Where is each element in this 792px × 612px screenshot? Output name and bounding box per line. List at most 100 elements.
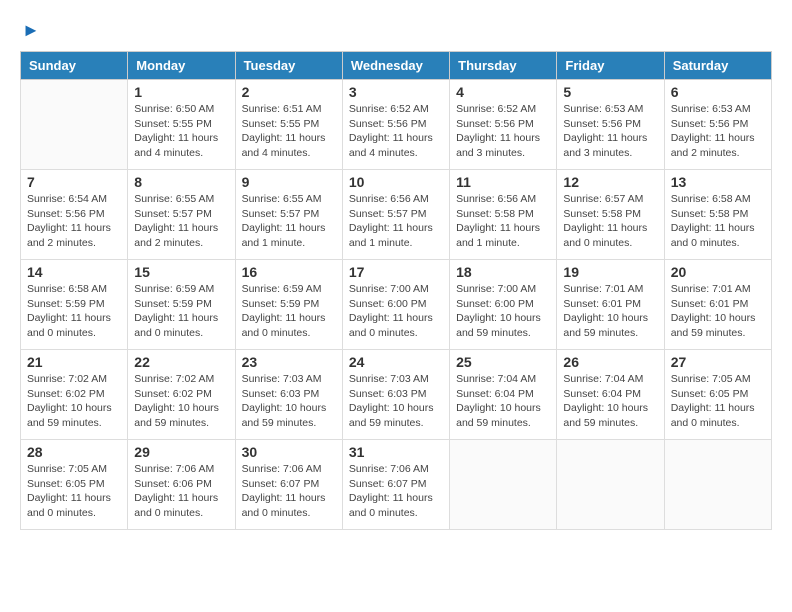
calendar-cell: 6Sunrise: 6:53 AMSunset: 5:56 PMDaylight…	[664, 80, 771, 170]
day-info: Sunrise: 6:56 AMSunset: 5:57 PMDaylight:…	[349, 192, 443, 251]
calendar-cell: 28 Sunrise: 7:05 AMSunset: 6:05 PMDayligh…	[21, 440, 128, 530]
day-info: Sunrise: 7:00 AMSunset: 6:00 PMDaylight:…	[349, 282, 443, 341]
calendar-cell: 30 Sunrise: 7:06 AMSunset: 6:07 PMDayligh…	[235, 440, 342, 530]
day-number: 19	[563, 264, 657, 280]
calendar-cell: 24Sunrise: 7:03 AMSunset: 6:03 PMDayligh…	[342, 350, 449, 440]
day-number: 4	[456, 84, 550, 100]
day-info: Sunrise: 7:03 AMSunset: 6:03 PMDaylight:…	[349, 372, 443, 431]
calendar-cell: 14Sunrise: 6:58 AMSunset: 5:59 PMDayligh…	[21, 260, 128, 350]
day-number: 25	[456, 354, 550, 370]
day-number: 8	[134, 174, 228, 190]
day-info: Sunrise: 6:57 AMSunset: 5:58 PMDaylight:…	[563, 192, 657, 251]
page-header: ►	[20, 20, 772, 41]
calendar-cell: 20Sunrise: 7:01 AMSunset: 6:01 PMDayligh…	[664, 260, 771, 350]
day-info: Sunrise: 6:50 AMSunset: 5:55 PMDaylight:…	[134, 102, 228, 161]
day-number: 17	[349, 264, 443, 280]
day-info: Sunrise: 7:04 AMSunset: 6:04 PMDaylight:…	[456, 372, 550, 431]
day-info: Sunrise: 7:05 AMSunset: 6:05 PMDaylight:…	[27, 462, 121, 521]
calendar-body: 1Sunrise: 6:50 AMSunset: 5:55 PMDaylight…	[21, 80, 772, 530]
day-info: Sunrise: 6:58 AMSunset: 5:58 PMDaylight:…	[671, 192, 765, 251]
day-number: 30	[242, 444, 336, 460]
day-info: Sunrise: 7:06 AMSunset: 6:06 PMDaylight:…	[134, 462, 228, 521]
calendar-cell: 3 Sunrise: 6:52 AMSunset: 5:56 PMDaylight…	[342, 80, 449, 170]
day-number: 28	[27, 444, 121, 460]
day-info: Sunrise: 6:51 AMSunset: 5:55 PMDaylight:…	[242, 102, 336, 161]
logo: ►	[20, 20, 40, 41]
calendar-cell: 22Sunrise: 7:02 AMSunset: 6:02 PMDayligh…	[128, 350, 235, 440]
day-number: 14	[27, 264, 121, 280]
calendar-header-sunday: Sunday	[21, 52, 128, 80]
calendar-header-monday: Monday	[128, 52, 235, 80]
calendar-header-wednesday: Wednesday	[342, 52, 449, 80]
logo-bird-icon: ►	[22, 20, 40, 41]
day-number: 15	[134, 264, 228, 280]
calendar-cell: 8 Sunrise: 6:55 AMSunset: 5:57 PMDaylight…	[128, 170, 235, 260]
calendar-cell: 5 Sunrise: 6:53 AMSunset: 5:56 PMDaylight…	[557, 80, 664, 170]
day-number: 18	[456, 264, 550, 280]
day-info: Sunrise: 6:52 AMSunset: 5:56 PMDaylight:…	[456, 102, 550, 161]
day-number: 21	[27, 354, 121, 370]
day-number: 27	[671, 354, 765, 370]
day-number: 6	[671, 84, 765, 100]
calendar-cell: 27 Sunrise: 7:05 AMSunset: 6:05 PMDayligh…	[664, 350, 771, 440]
day-info: Sunrise: 7:01 AMSunset: 6:01 PMDaylight:…	[563, 282, 657, 341]
calendar-cell: 17 Sunrise: 7:00 AMSunset: 6:00 PMDayligh…	[342, 260, 449, 350]
calendar-week-3: 21 Sunrise: 7:02 AMSunset: 6:02 PMDayligh…	[21, 350, 772, 440]
calendar-header-thursday: Thursday	[450, 52, 557, 80]
calendar-cell: 19 Sunrise: 7:01 AMSunset: 6:01 PMDayligh…	[557, 260, 664, 350]
calendar-cell: 26 Sunrise: 7:04 AMSunset: 6:04 PMDayligh…	[557, 350, 664, 440]
calendar-week-0: 1Sunrise: 6:50 AMSunset: 5:55 PMDaylight…	[21, 80, 772, 170]
day-number: 9	[242, 174, 336, 190]
calendar-cell: 31 Sunrise: 7:06 AMSunset: 6:07 PMDayligh…	[342, 440, 449, 530]
calendar-cell	[21, 80, 128, 170]
day-info: Sunrise: 6:59 AMSunset: 5:59 PMDaylight:…	[134, 282, 228, 341]
day-number: 29	[134, 444, 228, 460]
day-number: 20	[671, 264, 765, 280]
calendar-week-1: 7 Sunrise: 6:54 AMSunset: 5:56 PMDaylight…	[21, 170, 772, 260]
day-number: 3	[349, 84, 443, 100]
calendar-header-saturday: Saturday	[664, 52, 771, 80]
day-info: Sunrise: 6:55 AMSunset: 5:57 PMDaylight:…	[242, 192, 336, 251]
calendar-header-friday: Friday	[557, 52, 664, 80]
calendar-cell: 18 Sunrise: 7:00 AMSunset: 6:00 PMDayligh…	[450, 260, 557, 350]
day-number: 31	[349, 444, 443, 460]
day-info: Sunrise: 7:06 AMSunset: 6:07 PMDaylight:…	[349, 462, 443, 521]
calendar-cell: 23 Sunrise: 7:03 AMSunset: 6:03 PMDayligh…	[235, 350, 342, 440]
day-number: 2	[242, 84, 336, 100]
calendar-cell: 25 Sunrise: 7:04 AMSunset: 6:04 PMDayligh…	[450, 350, 557, 440]
day-info: Sunrise: 6:52 AMSunset: 5:56 PMDaylight:…	[349, 102, 443, 161]
day-number: 11	[456, 174, 550, 190]
day-number: 22	[134, 354, 228, 370]
calendar-cell: 2 Sunrise: 6:51 AMSunset: 5:55 PMDaylight…	[235, 80, 342, 170]
calendar-cell: 1Sunrise: 6:50 AMSunset: 5:55 PMDaylight…	[128, 80, 235, 170]
calendar-cell: 15 Sunrise: 6:59 AMSunset: 5:59 PMDayligh…	[128, 260, 235, 350]
day-info: Sunrise: 6:56 AMSunset: 5:58 PMDaylight:…	[456, 192, 550, 251]
calendar-cell: 12 Sunrise: 6:57 AMSunset: 5:58 PMDayligh…	[557, 170, 664, 260]
calendar-header-tuesday: Tuesday	[235, 52, 342, 80]
calendar-week-2: 14Sunrise: 6:58 AMSunset: 5:59 PMDayligh…	[21, 260, 772, 350]
day-info: Sunrise: 7:02 AMSunset: 6:02 PMDaylight:…	[27, 372, 121, 431]
day-number: 12	[563, 174, 657, 190]
day-number: 26	[563, 354, 657, 370]
calendar-cell	[557, 440, 664, 530]
day-info: Sunrise: 7:03 AMSunset: 6:03 PMDaylight:…	[242, 372, 336, 431]
calendar-week-4: 28 Sunrise: 7:05 AMSunset: 6:05 PMDayligh…	[21, 440, 772, 530]
day-info: Sunrise: 6:54 AMSunset: 5:56 PMDaylight:…	[27, 192, 121, 251]
day-info: Sunrise: 7:04 AMSunset: 6:04 PMDaylight:…	[563, 372, 657, 431]
day-info: Sunrise: 7:00 AMSunset: 6:00 PMDaylight:…	[456, 282, 550, 341]
day-number: 5	[563, 84, 657, 100]
calendar-cell: 29 Sunrise: 7:06 AMSunset: 6:06 PMDayligh…	[128, 440, 235, 530]
day-info: Sunrise: 6:55 AMSunset: 5:57 PMDaylight:…	[134, 192, 228, 251]
day-number: 7	[27, 174, 121, 190]
day-number: 23	[242, 354, 336, 370]
day-info: Sunrise: 6:53 AMSunset: 5:56 PMDaylight:…	[563, 102, 657, 161]
day-info: Sunrise: 7:06 AMSunset: 6:07 PMDaylight:…	[242, 462, 336, 521]
calendar-cell: 13 Sunrise: 6:58 AMSunset: 5:58 PMDayligh…	[664, 170, 771, 260]
day-info: Sunrise: 7:05 AMSunset: 6:05 PMDaylight:…	[671, 372, 765, 431]
calendar-cell: 10Sunrise: 6:56 AMSunset: 5:57 PMDayligh…	[342, 170, 449, 260]
calendar-cell	[450, 440, 557, 530]
calendar-table: SundayMondayTuesdayWednesdayThursdayFrid…	[20, 51, 772, 530]
calendar-cell: 7 Sunrise: 6:54 AMSunset: 5:56 PMDaylight…	[21, 170, 128, 260]
day-number: 16	[242, 264, 336, 280]
day-number: 13	[671, 174, 765, 190]
